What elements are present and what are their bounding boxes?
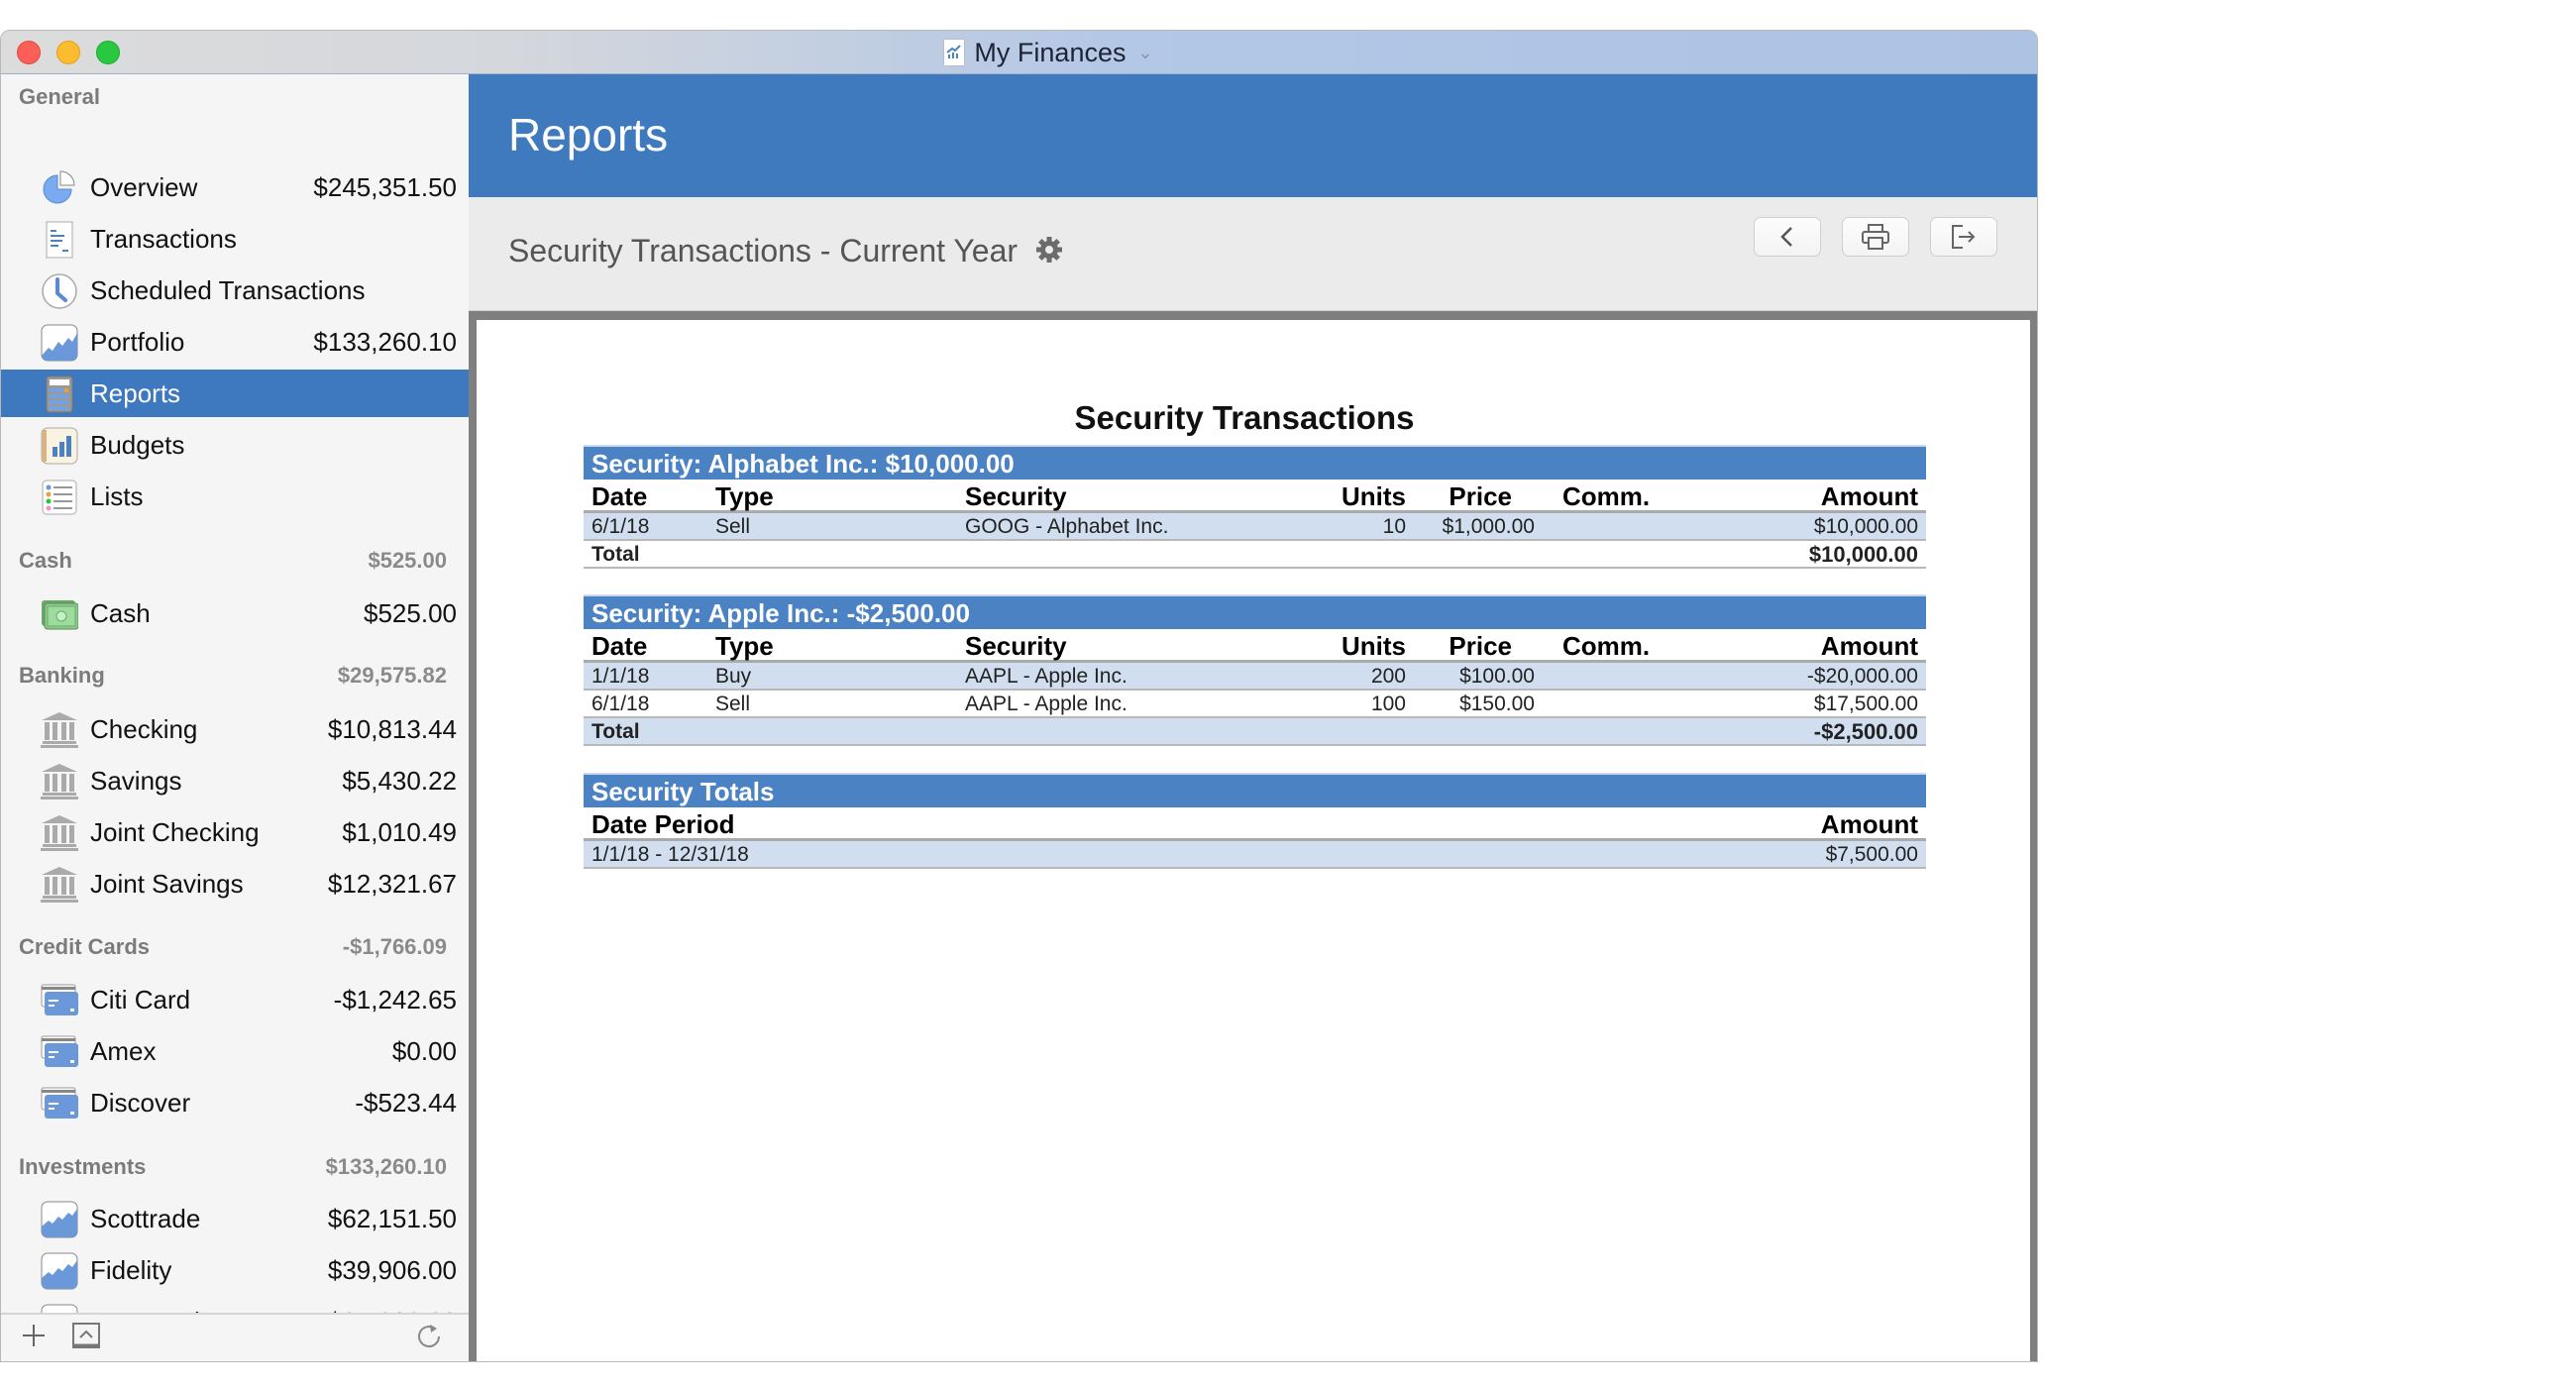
page-title: Reports <box>508 109 669 160</box>
bank-icon <box>41 866 78 904</box>
window-title: My Finances <box>974 37 1127 67</box>
list-icon <box>41 479 78 516</box>
bank-icon <box>41 711 78 749</box>
table-row[interactable]: 6/1/18 Sell AAPL - Apple Inc. 100 $150.0… <box>584 691 1926 718</box>
table-row[interactable]: 1/1/18 - 12/31/18 $7,500.00 <box>584 841 1926 869</box>
group-label-investments: Investments <box>19 1154 147 1179</box>
section-header: Security: Apple Inc.: -$2,500.00 <box>584 594 1926 629</box>
pie-chart-icon <box>41 169 78 207</box>
section-header: Security: Alphabet Inc.: $10,000.00 <box>584 445 1926 480</box>
clock-icon <box>41 272 78 310</box>
sidebar-item-fidelity[interactable]: Fidelity $39,906.00 <box>1 1246 469 1294</box>
section-apple: Security: Apple Inc.: -$2,500.00 Date Ty… <box>584 594 1926 746</box>
sidebar-item-scheduled-transactions[interactable]: Scheduled Transactions <box>1 267 469 314</box>
app-window: My Finances ⌄ General Overview $245,351.… <box>0 30 2038 1362</box>
collapse-button[interactable] <box>72 1323 100 1354</box>
page-header: Reports <box>469 74 2037 197</box>
collapse-icon <box>72 1323 100 1348</box>
print-icon <box>1862 224 1889 250</box>
report-selector[interactable]: Security Transactions - Current Year <box>508 233 1064 272</box>
cash-icon <box>41 595 79 633</box>
gear-icon[interactable] <box>1034 235 1064 272</box>
column-header-row: Date Type Security Units Price Comm. Amo… <box>584 480 1926 513</box>
table-row[interactable]: 6/1/18 Sell GOOG - Alphabet Inc. 10 $1,0… <box>584 513 1926 541</box>
print-button[interactable] <box>1842 217 1909 257</box>
group-total-cash: $525.00 <box>368 548 447 573</box>
calculator-icon <box>41 375 78 413</box>
group-total-credit-cards: -$1,766.09 <box>342 934 447 959</box>
sidebar-item-lists[interactable]: Lists <box>1 473 469 520</box>
column-header-row: Date Type Security Units Price Comm. Amo… <box>584 629 1926 663</box>
credit-card-icon <box>41 1033 78 1071</box>
back-button[interactable] <box>1754 217 1821 257</box>
add-account-button[interactable] <box>21 1323 47 1354</box>
export-button[interactable] <box>1930 217 1997 257</box>
section-header: Security Totals <box>584 773 1926 807</box>
group-label-general: General <box>19 84 100 109</box>
area-chart-icon <box>41 1252 78 1290</box>
sidebar-item-cash[interactable]: Cash $525.00 <box>1 589 469 637</box>
document-title[interactable]: My Finances ⌄ <box>1 31 2037 74</box>
sidebar-footer <box>1 1313 469 1361</box>
credit-card-icon <box>41 1085 78 1122</box>
group-label-banking: Banking <box>19 663 105 688</box>
report-title: Security Transactions <box>1074 399 1415 436</box>
section-alphabet: Security: Alphabet Inc.: $10,000.00 Date… <box>584 445 1926 569</box>
total-row: Total -$2,500.00 <box>584 718 1926 746</box>
bank-icon <box>41 763 78 800</box>
export-icon <box>1952 225 1976 249</box>
sidebar-item-reports[interactable]: Reports <box>1 370 469 417</box>
sidebar-item-budgets[interactable]: Budgets <box>1 421 469 469</box>
area-chart-icon <box>41 1201 78 1238</box>
sidebar-item-amex[interactable]: Amex $0.00 <box>1 1027 469 1075</box>
group-label-cash: Cash <box>19 548 72 573</box>
sidebar-item-savings[interactable]: Savings $5,430.22 <box>1 757 469 804</box>
report-name: Security Transactions - Current Year <box>508 233 1019 268</box>
total-row: Total $10,000.00 <box>584 541 1926 569</box>
report-page: Security Transactions Security: Alphabet… <box>477 320 2030 1361</box>
bank-icon <box>41 814 78 852</box>
chevron-left-icon <box>1780 227 1792 247</box>
title-bar: My Finances ⌄ <box>1 31 2037 74</box>
sidebar-item-joint-checking[interactable]: Joint Checking $1,010.49 <box>1 808 469 856</box>
table-row[interactable]: 1/1/18 Buy AAPL - Apple Inc. 200 $100.00… <box>584 663 1926 691</box>
area-chart-icon <box>41 324 78 362</box>
sidebar-item-transactions[interactable]: Transactions <box>1 215 469 263</box>
main-panel: Reports Security Transactions - Current … <box>469 74 2037 1361</box>
document-chart-icon <box>944 40 965 65</box>
group-total-investments: $133,260.10 <box>325 1154 447 1179</box>
sidebar: General Overview $245,351.50 Transaction… <box>1 74 469 1361</box>
credit-card-icon <box>41 982 78 1019</box>
bar-chart-book-icon <box>41 427 78 465</box>
chevron-down-icon: ⌄ <box>1137 42 1153 62</box>
sidebar-item-checking[interactable]: Checking $10,813.44 <box>1 705 469 753</box>
sidebar-item-scottrade[interactable]: Scottrade $62,151.50 <box>1 1195 469 1242</box>
refresh-button[interactable] <box>415 1323 443 1356</box>
report-toolbar: Security Transactions - Current Year <box>469 197 2037 311</box>
sidebar-item-discover[interactable]: Discover -$523.44 <box>1 1079 469 1126</box>
refresh-icon <box>418 1325 440 1347</box>
group-total-banking: $29,575.82 <box>337 663 447 688</box>
receipt-icon <box>41 221 78 259</box>
group-label-credit-cards: Credit Cards <box>19 934 151 959</box>
section-security-totals: Security Totals Date Period Amount 1/1/1… <box>584 773 1926 869</box>
sidebar-item-overview[interactable]: Overview $245,351.50 <box>1 163 469 211</box>
plus-icon <box>23 1325 45 1346</box>
sidebar-item-citi-card[interactable]: Citi Card -$1,242.65 <box>1 976 469 1023</box>
sidebar-item-joint-savings[interactable]: Joint Savings $12,321.67 <box>1 860 469 907</box>
column-header-row: Date Period Amount <box>584 807 1926 841</box>
sidebar-item-portfolio[interactable]: Portfolio $133,260.10 <box>1 318 469 366</box>
